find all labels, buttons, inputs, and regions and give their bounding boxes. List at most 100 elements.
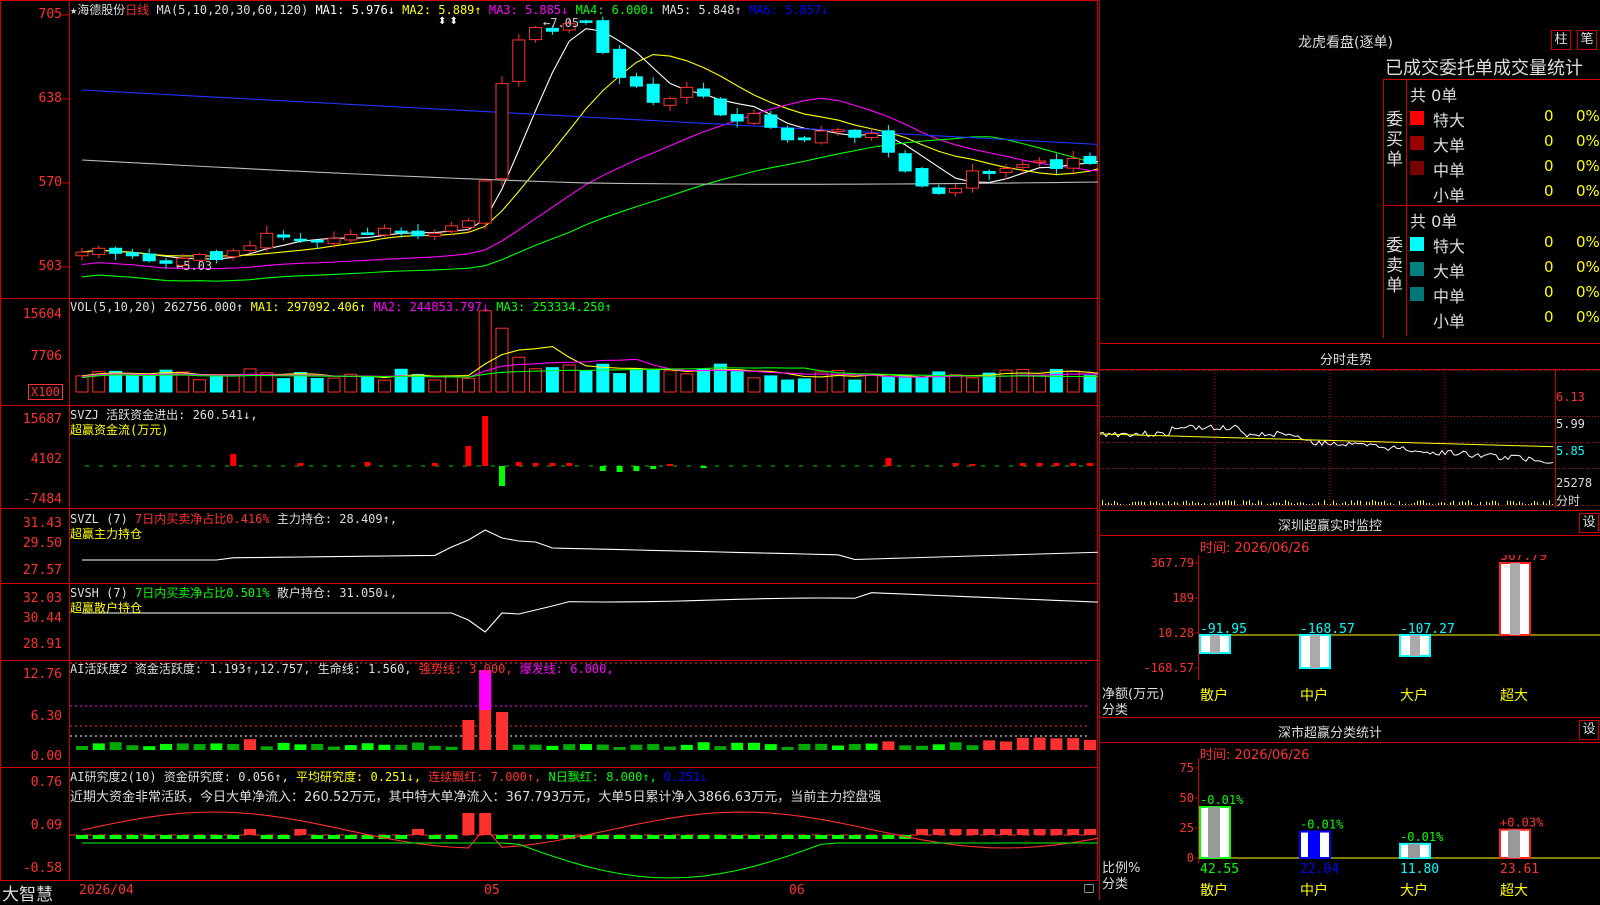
ai-research-bar xyxy=(194,835,206,839)
bar-view-button[interactable]: 柱 xyxy=(1551,30,1571,50)
intraday-vol xyxy=(1348,504,1349,505)
intraday-vol xyxy=(1471,502,1472,505)
ai-active-bar xyxy=(966,745,978,750)
intraday-vol xyxy=(1486,502,1487,505)
ma5-line xyxy=(82,29,1098,260)
candle-body xyxy=(261,233,273,248)
classify-category: 中户 xyxy=(1300,882,1328,899)
intraday-vol xyxy=(1531,503,1532,505)
ai-research-bar xyxy=(849,835,861,839)
candle-body xyxy=(782,128,794,140)
y-axis-label: 15687 xyxy=(2,412,62,427)
classify-axis-label: 25 xyxy=(1180,821,1194,835)
intraday-vol xyxy=(1171,504,1172,505)
svzj-bar xyxy=(230,454,236,466)
ai-research-bar xyxy=(731,835,743,839)
volume-bar xyxy=(311,378,323,392)
intraday-avg-line xyxy=(1100,434,1553,447)
intraday-vol xyxy=(1513,501,1514,505)
ai-research-bar xyxy=(126,835,138,839)
ai-active-bar xyxy=(530,745,542,750)
ai-active-bar xyxy=(462,720,474,750)
ai-active-bar xyxy=(446,747,458,750)
intraday-price-line xyxy=(1100,425,1553,463)
intraday-vol xyxy=(1255,504,1256,505)
volume-bar xyxy=(210,376,222,392)
row-name: 中单 xyxy=(1433,157,1465,181)
intraday-vol xyxy=(1195,503,1196,505)
svzj-bar xyxy=(1037,463,1043,466)
classify-bar-shade xyxy=(1408,844,1420,858)
intraday-vol xyxy=(1174,502,1175,505)
intraday-vol xyxy=(1510,501,1511,505)
kline-chart-area[interactable]: ←7.05←5.03⬍ ⬍ xyxy=(0,0,1098,900)
y-axis-label: 29.50 xyxy=(2,536,62,551)
svzl-subtitle: 超赢主力持仓 xyxy=(70,525,142,542)
svzl-ratio: 7日内买卖净占比0.416% xyxy=(135,512,270,526)
indicator-part: MA1: 5.976↓ xyxy=(315,3,402,17)
intraday-vol xyxy=(1165,504,1166,505)
lock-icon[interactable] xyxy=(1084,884,1094,893)
ai-active-bar xyxy=(345,745,357,750)
svsh-name: SVSH (7) xyxy=(70,586,135,600)
ai-research-bar xyxy=(446,835,458,839)
candle-body xyxy=(362,233,374,235)
candle-body xyxy=(950,188,962,192)
volume-bar xyxy=(1050,369,1062,392)
ai-research-bar xyxy=(882,835,894,839)
intraday-chart[interactable] xyxy=(1100,370,1600,508)
ai-active-bar xyxy=(513,745,525,750)
ai-research-bar xyxy=(983,829,995,835)
monitor-category: 中户 xyxy=(1300,687,1328,704)
intraday-vol xyxy=(1258,501,1259,505)
intraday-vol xyxy=(1375,501,1376,505)
svzj-bar xyxy=(533,463,539,466)
ai-active-bar xyxy=(177,743,189,750)
buy-total: 共 0单 xyxy=(1410,82,1457,106)
svzj-bar xyxy=(667,464,673,466)
classify-bar-shade xyxy=(1208,807,1220,858)
svzj-bar xyxy=(516,462,522,466)
chart-canvas[interactable]: ←7.05←5.03⬍ ⬍ xyxy=(0,0,1098,900)
candle-body xyxy=(580,21,592,23)
intraday-vol xyxy=(1450,502,1451,505)
candle-body xyxy=(597,21,609,53)
ai-research-bar xyxy=(832,835,844,839)
intraday-vol xyxy=(1384,501,1385,505)
monitor-bar-label: -168.57 xyxy=(1300,622,1355,637)
intraday-vol xyxy=(1129,504,1130,505)
candle-body xyxy=(630,77,642,86)
ma-indicator-values: MA(5,10,20,30,60,120) MA1: 5.976↓ MA2: 5… xyxy=(157,3,829,17)
svzj-bar xyxy=(1087,463,1093,466)
date-june: 06 xyxy=(789,883,805,898)
candle-body xyxy=(765,115,777,127)
classify-settings-button[interactable]: 设 xyxy=(1579,720,1599,740)
ai-research-bar xyxy=(110,835,122,839)
ai-research-bar xyxy=(1034,829,1046,835)
intraday-vol xyxy=(1411,504,1412,505)
intraday-vol xyxy=(1459,502,1460,505)
intraday-svg[interactable] xyxy=(1100,370,1600,508)
intraday-vol xyxy=(1351,500,1352,505)
candle-body xyxy=(664,99,676,106)
ai-research-bar xyxy=(177,835,189,839)
intraday-vol xyxy=(1390,503,1391,505)
monitor-settings-button[interactable]: 设 xyxy=(1579,513,1599,533)
tick-view-button[interactable]: 笔 xyxy=(1577,30,1597,50)
row-pct: 0% xyxy=(1576,107,1600,125)
intraday-vol xyxy=(1297,503,1298,505)
volume-bar xyxy=(563,365,575,392)
svzj-bar xyxy=(465,446,471,466)
color-swatch xyxy=(1410,111,1424,125)
candle-body xyxy=(412,231,424,236)
intraday-vol xyxy=(1138,501,1139,505)
intraday-vol xyxy=(1441,502,1442,505)
candle-body xyxy=(479,181,491,223)
period-label[interactable]: 日线 xyxy=(125,3,149,17)
intraday-vol xyxy=(1156,501,1157,505)
ai-research-bar xyxy=(1050,829,1062,835)
intraday-vol xyxy=(1141,502,1142,505)
intraday-vol xyxy=(1228,500,1229,505)
ai-active-bar xyxy=(983,740,995,750)
svzj-bar xyxy=(650,466,656,469)
